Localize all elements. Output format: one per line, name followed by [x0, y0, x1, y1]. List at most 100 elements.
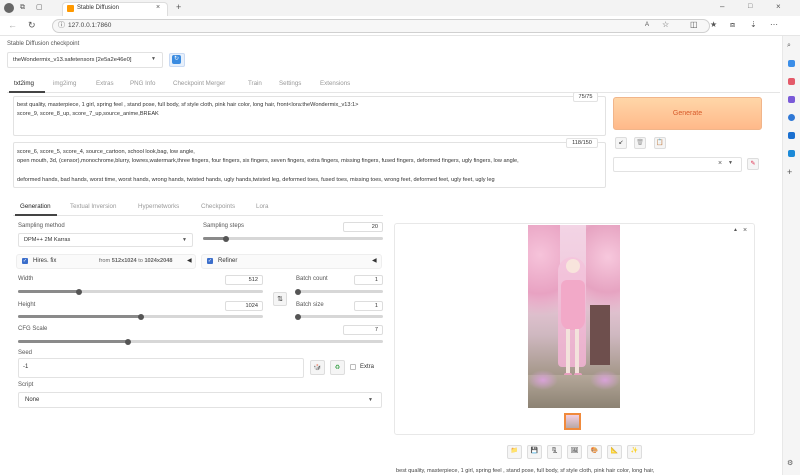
close-window-icon[interactable]: ×	[776, 3, 781, 11]
main-tabs-underline	[7, 92, 780, 93]
active-tab-indicator	[9, 91, 45, 93]
slider-knob[interactable]	[294, 288, 301, 295]
tab-extras[interactable]: Extras	[96, 80, 114, 87]
sidebar-games-icon[interactable]	[788, 96, 795, 103]
gallery-close-icon[interactable]: ×	[743, 227, 747, 234]
width-label: Width	[18, 276, 34, 282]
tab-checkpoint-merger[interactable]: Checkpoint Merger	[173, 80, 225, 87]
tab-extensions[interactable]: Extensions	[320, 80, 350, 87]
reuse-seed-button[interactable]: ♻	[330, 360, 345, 375]
generated-image[interactable]	[528, 225, 620, 408]
slider-knob[interactable]	[223, 235, 230, 242]
width-slider[interactable]	[18, 288, 263, 295]
menu-icon[interactable]: ⋯	[770, 21, 778, 29]
new-tab-icon[interactable]: +	[176, 3, 181, 12]
read-params-button[interactable]: ↙	[615, 137, 627, 149]
read-aloud-icon[interactable]: A	[645, 22, 649, 28]
slider-knob[interactable]	[294, 313, 301, 320]
tab-img2img[interactable]: img2img	[53, 80, 76, 87]
sampling-steps-label: Sampling steps	[203, 223, 245, 229]
tab-hypernetworks[interactable]: Hypernetworks	[138, 203, 179, 210]
zip-button[interactable]: 🗜	[547, 445, 562, 459]
slider-knob[interactable]	[137, 313, 144, 320]
downloads-icon[interactable]: ⇣	[750, 21, 757, 29]
sidebar-outlook-icon[interactable]	[788, 132, 795, 139]
send-to-img2img-button[interactable]: 🖼	[567, 445, 582, 459]
sidebar-settings-icon[interactable]: ⚙	[787, 460, 793, 467]
workspaces-icon[interactable]: ⧉	[20, 4, 25, 11]
sidebar-tools-icon[interactable]	[788, 78, 795, 85]
gallery-fullscreen-icon[interactable]: ▲	[733, 228, 738, 233]
batch-count-slider[interactable]	[294, 288, 383, 295]
tab-textual-inversion[interactable]: Textual Inversion	[70, 203, 116, 210]
generate-button[interactable]: Generate	[613, 97, 762, 130]
swap-dimensions-button[interactable]: ⇅	[273, 292, 287, 306]
refiner-checkbox[interactable]: ✓	[207, 258, 213, 264]
cfg-scale-slider[interactable]	[18, 338, 383, 345]
styles-select[interactable]	[613, 157, 742, 172]
tab-lora[interactable]: Lora	[256, 203, 268, 210]
favorite-icon[interactable]: ☆	[662, 21, 669, 29]
address-bar[interactable]	[52, 19, 710, 33]
extra-checkbox[interactable]	[350, 364, 356, 370]
trash-button[interactable]: 🗑	[634, 137, 646, 149]
minimize-icon[interactable]: –	[720, 3, 724, 11]
refresh-icon[interactable]: ↻	[28, 21, 36, 30]
browser-profile-icon[interactable]	[4, 3, 14, 13]
save-button[interactable]: 💾	[527, 445, 542, 459]
sidebar-send-icon[interactable]	[788, 150, 795, 157]
upscale-button[interactable]: ✨	[627, 445, 642, 459]
slider-fill	[18, 290, 80, 293]
batch-size-input[interactable]: 1	[354, 301, 383, 311]
tab-train[interactable]: Train	[248, 80, 262, 87]
close-tab-icon[interactable]: ×	[156, 4, 160, 11]
slider-knob[interactable]	[76, 288, 83, 295]
sidebar-tag-icon[interactable]	[788, 60, 795, 67]
hires-from-word: from	[99, 258, 111, 264]
random-seed-button[interactable]: 🎲	[310, 360, 325, 375]
clipboard-button[interactable]: 📋	[654, 137, 666, 149]
slider-knob[interactable]	[124, 338, 131, 345]
maximize-icon[interactable]: □	[748, 3, 752, 10]
back-icon[interactable]: ←	[8, 21, 17, 30]
gallery-thumbnail[interactable]	[564, 413, 581, 430]
refiner-collapse-icon[interactable]: ◀	[372, 258, 377, 264]
collections-icon[interactable]: ⧈	[730, 21, 735, 29]
batch-count-input[interactable]: 1	[354, 275, 383, 285]
hires-from-text: from 512x1024 to 1024x2048	[99, 258, 172, 264]
script-select[interactable]	[18, 392, 382, 408]
open-folder-button[interactable]: 📁	[507, 445, 522, 459]
batch-size-slider[interactable]	[294, 313, 383, 320]
send-to-extras-button[interactable]: 📐	[607, 445, 622, 459]
hires-collapse-icon[interactable]: ◀	[187, 258, 192, 264]
clear-styles-icon[interactable]: ×	[718, 160, 722, 167]
sampling-steps-input[interactable]: 20	[343, 222, 383, 232]
hires-fix-checkbox[interactable]: ✓	[22, 258, 28, 264]
height-slider[interactable]	[18, 313, 263, 320]
edit-styles-button[interactable]: ✎	[747, 158, 759, 170]
prompt-line-1: best quality, masterpiece, 1 girl, sprin…	[17, 102, 359, 108]
send-to-inpaint-button[interactable]: 🎨	[587, 445, 602, 459]
seed-input[interactable]	[18, 358, 304, 378]
height-input[interactable]: 1024	[225, 301, 263, 311]
tab-png-info[interactable]: PNG Info	[130, 80, 155, 87]
favorites-bar-icon[interactable]: ★	[710, 21, 717, 29]
cfg-scale-input[interactable]: 7	[343, 325, 383, 335]
sidebar-add-icon[interactable]: +	[787, 168, 792, 177]
sampling-chevron-icon: ▼	[182, 237, 187, 243]
site-info-icon[interactable]: ⓘ	[58, 22, 65, 29]
tab-actions-icon[interactable]: ▢	[36, 4, 43, 11]
tab-settings[interactable]: Settings	[279, 80, 301, 87]
negative-line-3: deformed hands, bad hands, worst time, w…	[17, 177, 495, 183]
sidebar-search-icon[interactable]: ⌕	[787, 42, 791, 49]
tab-title: Stable Diffusion	[77, 5, 119, 11]
main-tabs: txt2img img2img Extras PNG Info Checkpoi…	[0, 80, 782, 92]
hires-to-value: 1024x2048	[144, 258, 173, 264]
split-screen-icon[interactable]: ◫	[690, 21, 698, 29]
width-input[interactable]: 512	[225, 275, 263, 285]
sampling-steps-slider[interactable]	[203, 235, 383, 242]
tab-txt2img[interactable]: txt2img	[14, 80, 34, 87]
tab-generation[interactable]: Generation	[20, 203, 51, 210]
tab-checkpoints[interactable]: Checkpoints	[201, 203, 235, 210]
sidebar-office-icon[interactable]	[788, 114, 795, 121]
